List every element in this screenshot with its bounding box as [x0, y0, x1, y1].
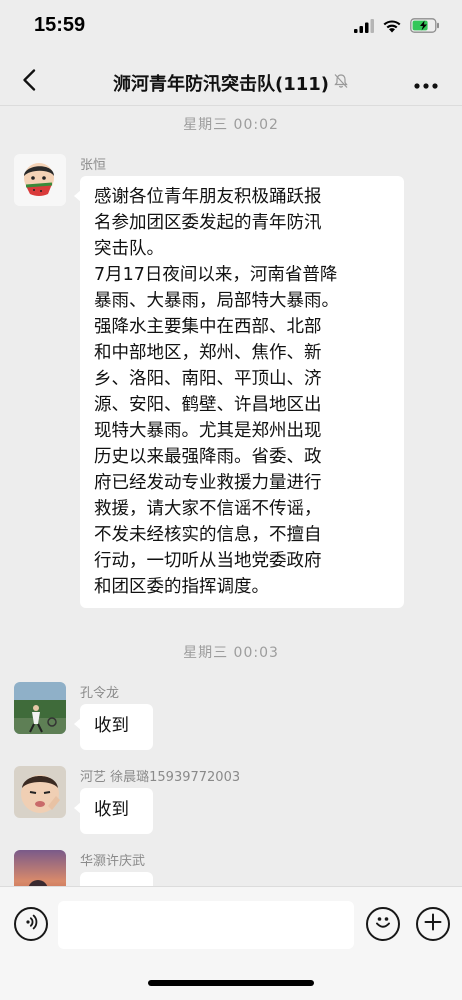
chat-message: 孔令龙 收到 [14, 682, 454, 762]
message-line: 突击队。 [94, 239, 164, 259]
message-line: 和团区委的指挥调度。 [94, 577, 269, 597]
avatar[interactable] [14, 154, 66, 206]
message-bubble[interactable] [80, 872, 153, 886]
message-line: 7月17日夜间以来，河南省普降 [94, 265, 338, 285]
message-text: 收到 [94, 800, 129, 820]
message-line: 历史以来最强降雨。省委、政 [94, 447, 322, 467]
avatar[interactable] [14, 766, 66, 818]
message-line: 不发未经核实的信息，不擅自 [94, 525, 322, 545]
chat-message-list[interactable]: 星期三 00:02 张恒 感谢各位青年朋友积极踊跃报 名参加团区委发起的青年防汛… [0, 106, 462, 886]
more-options-button[interactable] [412, 72, 440, 94]
message-line: 感谢各位青年朋友积极踊跃报 [94, 187, 322, 207]
message-line: 名参加团区委发起的青年防汛 [94, 213, 322, 233]
voice-input-button[interactable] [14, 907, 48, 941]
chat-title: 浉河青年防汛突击队(111) [112, 74, 330, 95]
message-line: 强降水主要集中在西部、北部 [94, 317, 322, 337]
sender-name: 孔令龙 [80, 686, 120, 701]
cellular-signal-icon [354, 18, 374, 37]
message-line: 府已经发动专业救援力量进行 [94, 473, 322, 493]
wifi-icon [382, 18, 402, 37]
message-text: 收到 [94, 716, 129, 736]
message-line: 救援，请大家不信谣不传谣， [94, 499, 322, 519]
chat-message: 河艺 徐晨璐15939772003 收到 [14, 766, 454, 846]
bell-slash-icon [333, 73, 349, 94]
emoji-icon [372, 911, 394, 937]
home-indicator[interactable] [148, 980, 314, 986]
avatar[interactable] [14, 850, 66, 886]
ellipsis-icon [414, 74, 438, 93]
plus-button[interactable] [416, 907, 450, 941]
avatar[interactable] [14, 682, 66, 734]
message-bubble[interactable]: 感谢各位青年朋友积极踊跃报 名参加团区委发起的青年防汛 突击队。 7月17日夜间… [74, 176, 404, 608]
message-line: 行动，一切听从当地党委政府 [94, 551, 322, 571]
message-bubble[interactable]: 收到 [74, 704, 153, 750]
chat-title-container: 浉河青年防汛突击队(111) [0, 70, 462, 96]
message-line: 暴雨、大暴雨，局部特大暴雨。 [94, 291, 339, 311]
message-timestamp: 星期三 00:02 [183, 117, 279, 133]
chat-message: 华灏许庆武 [14, 850, 454, 886]
status-time: 15:59 [34, 14, 86, 36]
message-bubble[interactable]: 收到 [74, 788, 153, 834]
message-timestamp: 星期三 00:03 [183, 645, 279, 661]
sender-name: 河艺 徐晨璐15939772003 [80, 770, 241, 785]
battery-charging-icon [410, 17, 440, 37]
plus-icon [423, 912, 443, 936]
message-line: 源、安阳、鹤壁、许昌地区出 [94, 395, 322, 415]
sender-name: 华灏许庆武 [80, 854, 146, 869]
message-line: 乡、洛阳、南阳、平顶山、济 [94, 369, 322, 389]
message-line: 现特大暴雨。尤其是郑州出现 [94, 421, 322, 441]
sender-name: 张恒 [80, 158, 107, 173]
message-line: 和中部地区，郑州、焦作、新 [94, 343, 322, 363]
message-input[interactable] [58, 901, 354, 949]
chat-message: 张恒 感谢各位青年朋友积极踊跃报 名参加团区委发起的青年防汛 突击队。 7月17… [14, 154, 454, 614]
emoji-button[interactable] [366, 907, 400, 941]
status-icons [354, 17, 440, 37]
status-bar: 15:59 [0, 0, 462, 58]
voice-icon [22, 913, 40, 935]
nav-bar: 浉河青年防汛突击队(111) [0, 58, 462, 106]
